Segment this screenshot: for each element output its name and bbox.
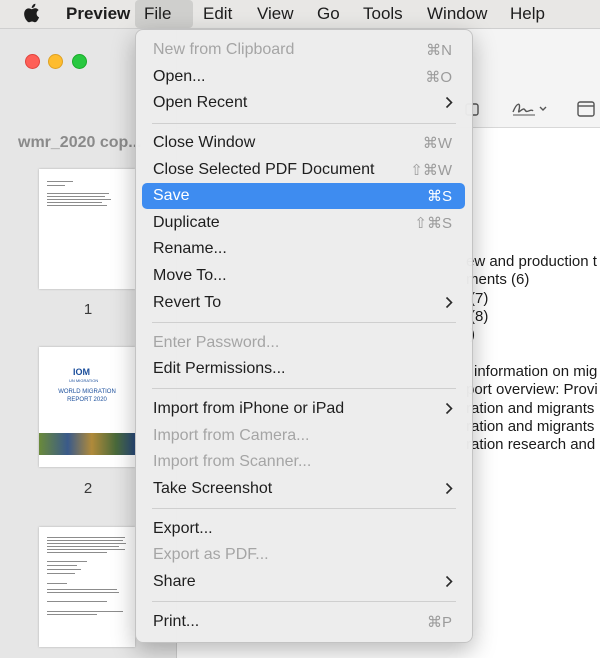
menu-file[interactable]: File xyxy=(135,0,193,28)
menu-view[interactable]: View xyxy=(248,0,303,28)
menu-edit[interactable]: Edit xyxy=(194,0,241,28)
menu-separator xyxy=(152,508,456,509)
content-line: ments (6) xyxy=(466,271,530,288)
menu-item-close-window[interactable]: Close Window ⌘W xyxy=(142,130,465,156)
menu-item-move-to[interactable]: Move To... xyxy=(142,263,465,289)
menu-go[interactable]: Go xyxy=(308,0,349,28)
minimize-window-button[interactable] xyxy=(48,54,63,69)
content-line: information on mig xyxy=(474,363,598,380)
chevron-right-icon xyxy=(445,482,453,495)
page-thumbnail-2[interactable]: IOM UN MIGRATION WORLD MIGRATION REPORT … xyxy=(39,347,135,467)
page-thumbnail-1[interactable] xyxy=(39,169,135,289)
menu-preview[interactable]: Preview xyxy=(57,0,139,28)
menu-item-enter-password: Enter Password... xyxy=(153,334,280,351)
menu-item-import-from-iphone[interactable]: Import from iPhone or iPad xyxy=(142,396,465,422)
menu-item-export[interactable]: Export... xyxy=(142,516,465,542)
menu-item-share[interactable]: Share xyxy=(142,569,465,595)
zoom-window-button[interactable] xyxy=(72,54,87,69)
apple-icon[interactable] xyxy=(23,3,41,23)
menu-item-edit-permissions[interactable]: Edit Permissions... xyxy=(142,356,465,382)
cover-photo xyxy=(39,433,135,455)
menu-item-open[interactable]: Open... ⌘O xyxy=(142,64,465,90)
menu-item-import-from-scanner: Import from Scanner... xyxy=(153,453,312,470)
menu-separator xyxy=(152,322,456,323)
content-line: ew and production t xyxy=(466,253,597,270)
menu-item-export-as-pdf: Export as PDF... xyxy=(153,546,269,563)
content-line: ration research and xyxy=(466,436,596,453)
menu-separator xyxy=(152,123,456,124)
menu-item-duplicate[interactable]: Duplicate ⇧⌘S xyxy=(142,210,465,236)
content-line: ration and migrants xyxy=(466,418,595,435)
content-line: port overview: Provi xyxy=(466,381,598,398)
menu-item-save[interactable]: Save ⌘S xyxy=(142,183,465,209)
chevron-right-icon xyxy=(445,96,453,109)
menu-item-take-screenshot[interactable]: Take Screenshot xyxy=(142,476,465,502)
menu-help[interactable]: Help xyxy=(501,0,554,28)
menu-window[interactable]: Window xyxy=(418,0,496,28)
chevron-right-icon xyxy=(445,296,453,309)
menu-item-rename[interactable]: Rename... xyxy=(142,236,465,262)
menu-item-new-from-clipboard: New from Clipboard ⌘N xyxy=(153,41,452,59)
menu-item-print[interactable]: Print... ⌘P xyxy=(142,609,465,635)
menu-tools[interactable]: Tools xyxy=(354,0,412,28)
file-menu: New from Clipboard ⌘N Open... ⌘O Open Rece… xyxy=(135,29,473,643)
document-title: wmr_2020 cop... xyxy=(18,134,142,151)
iom-logo: IOM xyxy=(73,367,90,377)
chevron-right-icon xyxy=(445,402,453,415)
menu-separator xyxy=(152,388,456,389)
sidebar-toggle-icon[interactable] xyxy=(577,101,595,117)
content-line: ration and migrants xyxy=(466,400,595,417)
page-thumbnail-3[interactable] xyxy=(39,527,135,647)
menu-item-close-selected-pdf[interactable]: Close Selected PDF Document ⇧⌘W xyxy=(142,157,465,183)
menu-bar: Preview File Edit View Go Tools Window H… xyxy=(0,0,600,29)
menu-item-open-recent[interactable]: Open Recent xyxy=(142,90,465,116)
menu-item-revert-to[interactable]: Revert To xyxy=(142,290,465,316)
signature-icon[interactable] xyxy=(511,100,551,118)
close-window-button[interactable] xyxy=(25,54,40,69)
menu-item-import-from-camera: Import from Camera... xyxy=(153,427,310,444)
chevron-right-icon xyxy=(445,575,453,588)
menu-separator xyxy=(152,601,456,602)
